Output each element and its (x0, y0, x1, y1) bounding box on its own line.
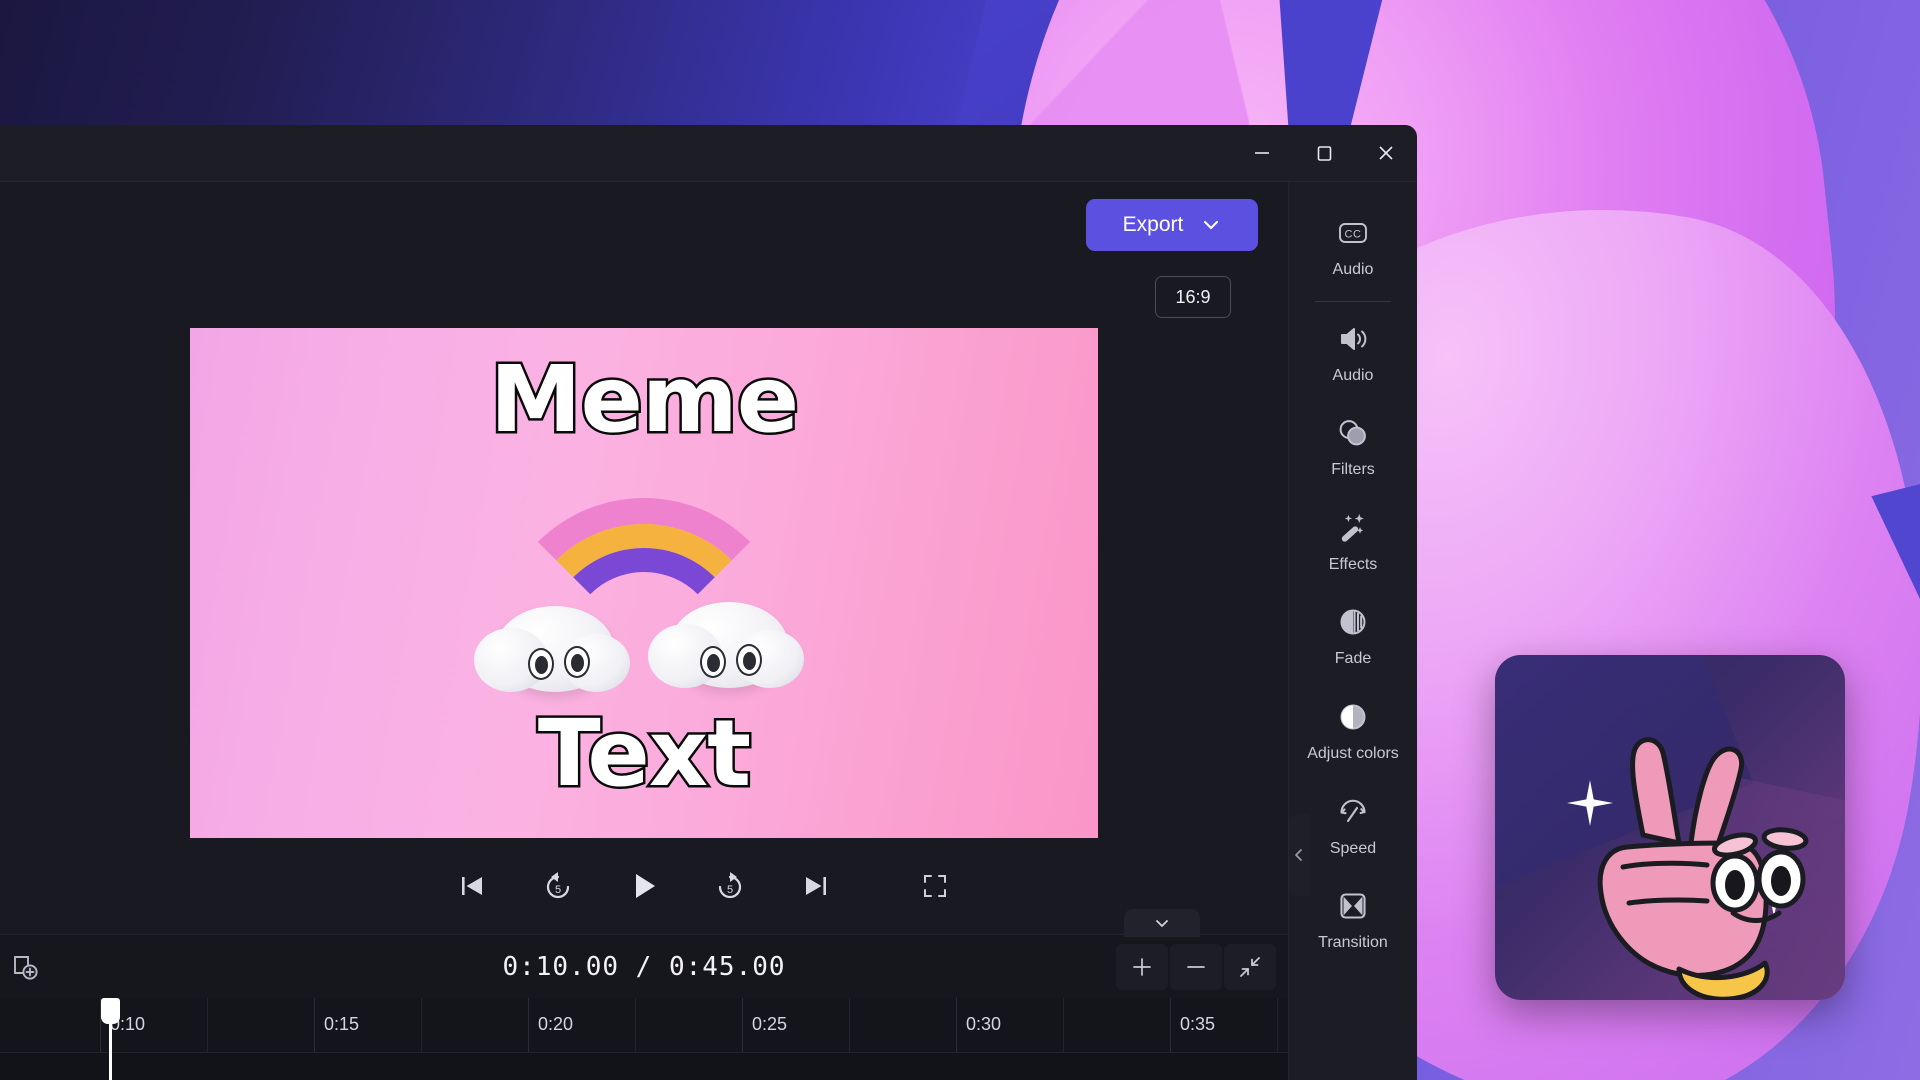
editor-column: Export 16:9 Meme Text 5 5 0:10.00 / 0:45… (0, 182, 1288, 1080)
rail-item-filters[interactable]: Filters (1297, 406, 1409, 485)
timeline-collapse-tab[interactable] (1124, 909, 1200, 937)
close-button[interactable] (1355, 125, 1417, 181)
skip-to-end-button[interactable] (793, 863, 839, 909)
maximize-button[interactable] (1293, 125, 1355, 181)
zoom-out-button[interactable] (1170, 943, 1222, 990)
window-titlebar (0, 125, 1417, 181)
video-preview-canvas[interactable]: Meme Text (190, 328, 1098, 838)
timeline-toolbar: 0:10.00 / 0:45.00 (0, 909, 1288, 998)
ruler-minor-tick (1063, 998, 1064, 1052)
transition-icon (1336, 889, 1370, 923)
rail-item-fade[interactable]: Fade (1297, 595, 1409, 674)
zoom-in-button[interactable] (1116, 943, 1168, 990)
peace-hand-icon (1597, 737, 1809, 1000)
rail-divider (1315, 300, 1391, 302)
cloud-eye (564, 646, 590, 678)
svg-text:CC: CC (1345, 229, 1362, 241)
fullscreen-button[interactable] (912, 863, 958, 909)
cloud-left (474, 606, 630, 692)
magic-wand-icon (1336, 511, 1370, 545)
rail-item-effects[interactable]: Effects (1297, 501, 1409, 580)
timecode-display: 0:10.00 / 0:45.00 (502, 951, 786, 982)
export-button[interactable]: Export (1086, 199, 1258, 251)
desktop-widget-card[interactable] (1495, 655, 1845, 1000)
export-bar: Export (0, 182, 1288, 268)
contrast-icon (1336, 700, 1370, 734)
captions-cc-icon: CC (1336, 216, 1370, 250)
cloud-right (648, 602, 804, 688)
forward-5-seconds-button[interactable]: 5 (707, 863, 753, 909)
rail-label: Audio (1332, 261, 1374, 278)
ruler-tick-label: 0:35 (1170, 998, 1288, 1052)
speaker-volume-icon (1336, 322, 1370, 356)
rewind-5-seconds-button[interactable]: 5 (535, 863, 581, 909)
timeline-zoom-group (1116, 943, 1276, 990)
skip-to-start-button[interactable] (449, 863, 495, 909)
speedometer-icon (1336, 795, 1370, 829)
rail-label: Filters (1331, 461, 1375, 479)
timeline[interactable]: 0:10 0:15 0:20 0:25 0:30 0:35 (0, 998, 1288, 1080)
clipchamp-video-editor-window: Export 16:9 Meme Text 5 5 0:10.00 / 0:45… (0, 125, 1417, 1080)
ruler-minor-tick (207, 998, 208, 1052)
rail-label: Speed (1329, 839, 1377, 857)
cloud-eye (736, 644, 762, 676)
chevron-down-icon (1201, 215, 1221, 235)
ruler-minor-tick (849, 998, 850, 1052)
export-button-label: Export (1122, 213, 1184, 236)
timeline-track-lane[interactable] (0, 1052, 1288, 1080)
add-media-button[interactable] (2, 944, 48, 990)
rail-item-audio[interactable]: Audio (1297, 312, 1409, 391)
cloud-eye (528, 648, 554, 680)
playhead[interactable] (101, 998, 120, 1080)
preview-top-text[interactable]: Meme (190, 351, 1098, 448)
rail-label: Transition (1318, 934, 1388, 952)
ruler-minor-tick (1277, 998, 1278, 1052)
play-button[interactable] (621, 863, 667, 909)
timeline-ruler[interactable]: 0:10 0:15 0:20 0:25 0:30 0:35 (0, 998, 1288, 1052)
rail-label: Adjust colors (1307, 744, 1399, 762)
rail-label: Fade (1334, 650, 1372, 668)
ruler-minor-tick (635, 998, 636, 1052)
rail-item-adjust-colors[interactable]: Adjust colors (1297, 690, 1409, 769)
preview-area: Meme Text 5 5 (0, 326, 1288, 934)
window-body: Export 16:9 Meme Text 5 5 0:10.00 / 0:45… (0, 182, 1417, 1080)
svg-text:5: 5 (555, 884, 561, 896)
rail-item-speed[interactable]: Speed (1297, 785, 1409, 864)
fit-to-screen-button[interactable] (1224, 943, 1276, 990)
rail-item-captions[interactable]: CC Audio (1297, 206, 1409, 285)
filters-circles-icon (1336, 416, 1370, 450)
ruler-minor-tick (421, 998, 422, 1052)
preview-bottom-text[interactable]: Text (190, 705, 1098, 802)
aspect-ratio-button[interactable]: 16:9 (1155, 276, 1231, 318)
rail-label: Audio (1332, 366, 1374, 384)
property-rail: CC Audio Audio Filters Effects Fade Adju… (1288, 182, 1417, 1080)
minimize-button[interactable] (1231, 125, 1293, 181)
svg-text:5: 5 (727, 884, 733, 896)
cloud-eye (700, 646, 726, 678)
rail-item-transition[interactable]: Transition (1297, 879, 1409, 958)
rail-collapse-handle[interactable] (1289, 814, 1310, 896)
fade-icon (1336, 605, 1370, 639)
rainbow-with-clouds-icon (474, 498, 814, 698)
playback-controls: 5 5 (190, 838, 1098, 934)
aspect-ratio-row: 16:9 (0, 268, 1288, 326)
rail-label: Effects (1328, 555, 1378, 573)
